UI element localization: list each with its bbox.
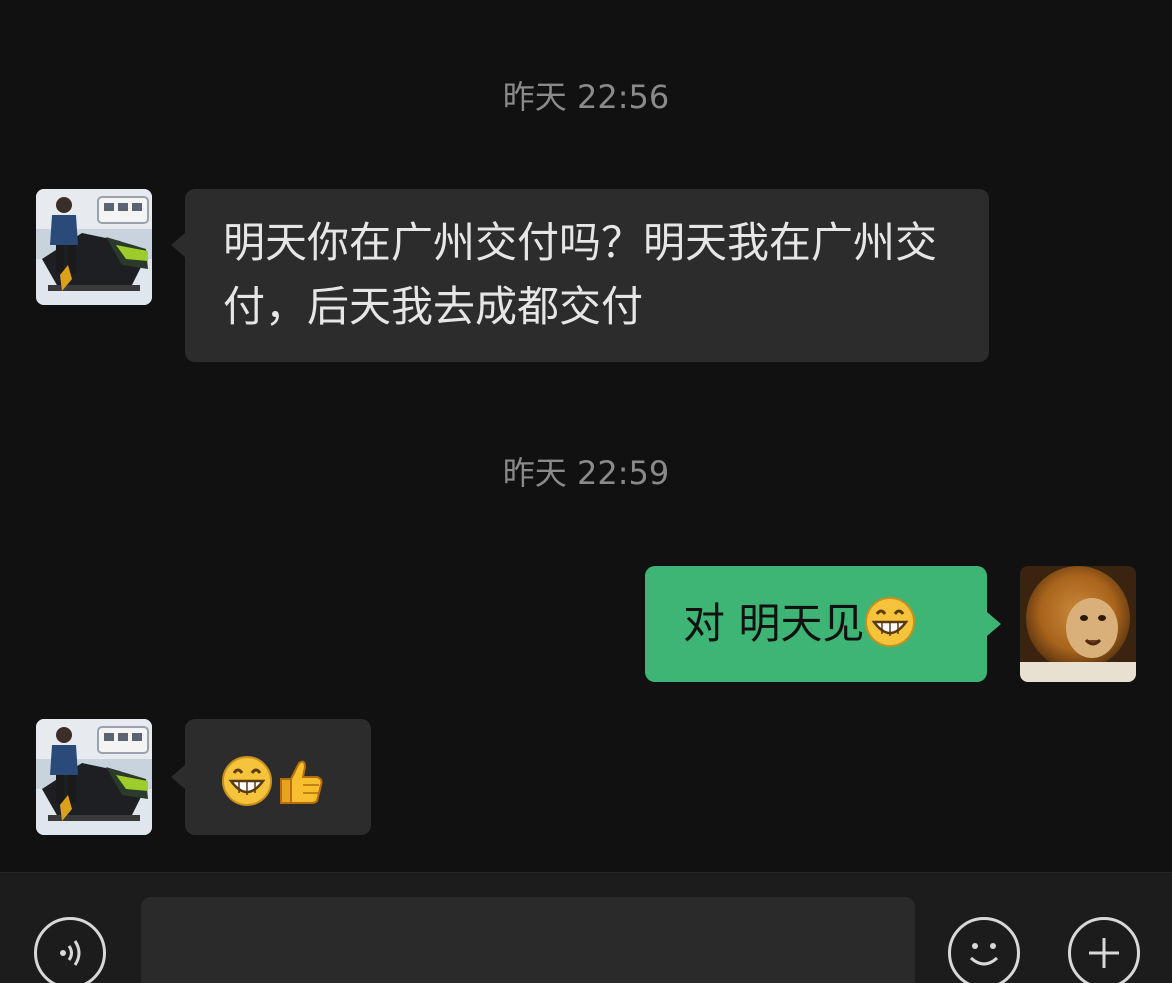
timestamp: 昨天 22:56 [502, 78, 670, 116]
bubble-tail [987, 612, 1001, 636]
plus-icon [1089, 938, 1119, 968]
grin-emoji [222, 756, 272, 806]
my-avatar[interactable] [1020, 566, 1136, 682]
timestamp: 昨天 22:59 [502, 454, 670, 492]
input-bar [0, 872, 1172, 983]
message-input[interactable] [141, 897, 915, 983]
contact-avatar[interactable] [36, 719, 152, 835]
snowmobile-photo [36, 189, 152, 305]
voice-icon [60, 940, 81, 966]
grin-emoji [865, 597, 916, 647]
contact-avatar[interactable] [36, 189, 152, 305]
bubble-tail [171, 765, 185, 789]
thumbs-up-emoji [280, 760, 323, 804]
message-text: 对 明天见 [683, 599, 865, 648]
emoji-icon [969, 943, 999, 966]
lion-cat-photo [1020, 566, 1136, 682]
outgoing-message-bubble[interactable]: 对 明天见 [645, 566, 987, 682]
chat-screen: 昨天 22:56 明天你在广州交付吗？明天我在广州交付，后天我去成都交付 昨天 … [0, 0, 1172, 983]
incoming-message-bubble[interactable]: 明天你在广州交付吗？明天我在广州交付，后天我去成都交付 [185, 189, 989, 362]
more-button[interactable] [1068, 917, 1140, 983]
voice-toggle-button[interactable] [34, 917, 106, 983]
message-text: 明天你在广州交付吗？明天我在广州交付，后天我去成都交付 [223, 218, 938, 331]
incoming-message-bubble[interactable] [185, 719, 371, 835]
snowmobile-photo [36, 719, 152, 835]
bubble-tail [171, 233, 185, 257]
emoji-button[interactable] [948, 917, 1020, 983]
